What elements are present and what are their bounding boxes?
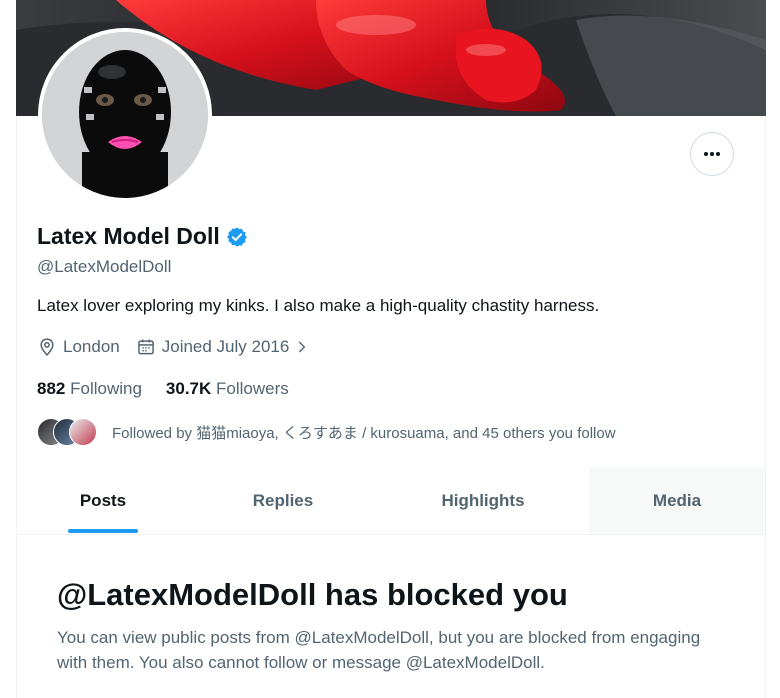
tab-posts[interactable]: Posts	[17, 467, 189, 534]
avatar	[69, 418, 97, 446]
profile-meta: London Joined July 2016	[37, 337, 325, 357]
followers-link[interactable]: 30.7K Followers	[166, 379, 289, 399]
location-item: London	[37, 337, 120, 357]
tab-replies[interactable]: Replies	[189, 467, 377, 534]
tab-label: Media	[652, 490, 702, 510]
followed-by-avatars	[37, 418, 99, 446]
joined-text: Joined July 2016	[161, 337, 290, 356]
chevron-right-icon	[299, 341, 306, 353]
followed-by-row[interactable]: Followed by 猫猫miaoya, くろすあま / kurosuama,…	[37, 418, 616, 446]
tab-media[interactable]: Media	[589, 467, 765, 534]
following-label: Following	[70, 379, 142, 398]
more-options-button[interactable]	[690, 132, 734, 176]
follow-counts: 882 Following 30.7K Followers	[37, 379, 289, 399]
profile-handle: @LatexModelDoll	[37, 257, 172, 276]
avatar-image	[42, 32, 208, 198]
followed-by-text: Followed by 猫猫miaoya, くろすあま / kurosuama,…	[112, 424, 616, 442]
tab-label: Posts	[79, 490, 127, 510]
profile-avatar[interactable]	[38, 28, 212, 202]
following-count: 882	[37, 379, 66, 398]
blocked-title: @LatexModelDoll has blocked you	[57, 577, 568, 612]
display-name-text: Latex Model Doll	[37, 223, 220, 249]
location-text: London	[63, 337, 120, 356]
more-icon	[704, 152, 720, 156]
joined-item[interactable]: Joined July 2016	[136, 337, 310, 357]
location-pin-icon	[40, 338, 54, 356]
following-link[interactable]: 882 Following	[37, 379, 142, 399]
blocked-body: You can view public posts from @LatexMod…	[57, 628, 701, 672]
profile-display-name: Latex Model Doll	[37, 223, 248, 250]
profile-tabs: Posts Replies Highlights Media	[17, 467, 765, 535]
calendar-icon	[137, 339, 154, 355]
active-tab-indicator	[68, 529, 138, 533]
followers-label: Followers	[216, 379, 289, 398]
tab-label: Replies	[252, 490, 314, 510]
tab-highlights[interactable]: Highlights	[377, 467, 589, 534]
followers-count: 30.7K	[165, 379, 212, 398]
tab-label: Highlights	[441, 490, 525, 510]
verified-badge-icon[interactable]	[226, 226, 248, 248]
profile-bio: Latex lover exploring my kinks. I also m…	[37, 296, 600, 315]
